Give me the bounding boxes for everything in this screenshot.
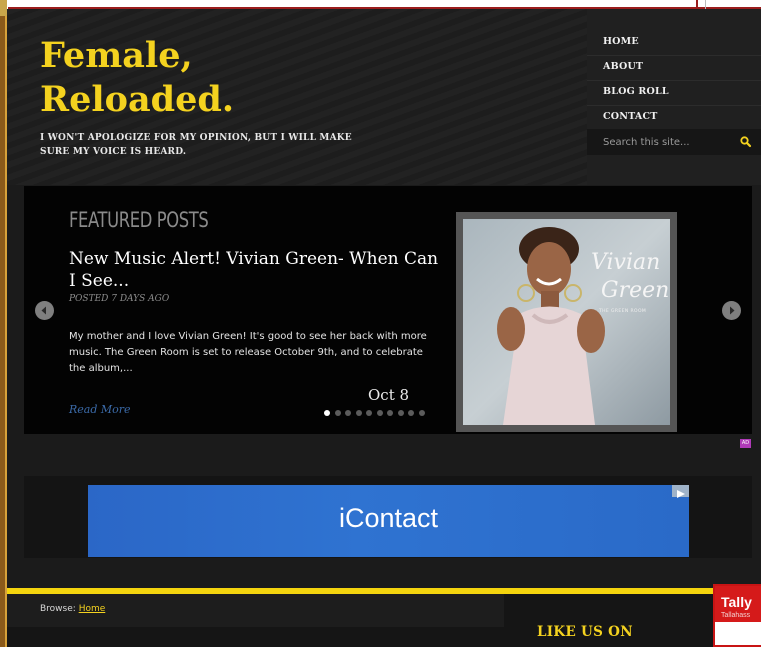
slider-prev-button[interactable] [35,301,54,320]
breadcrumb-prefix: Browse: [40,604,76,614]
site-title[interactable]: Female, Reloaded. [40,34,340,122]
featured-post-meta: POSTED 7 DAYS AGO [69,294,170,304]
site-title-line1[interactable]: Female, [40,35,193,76]
tally-widget-title[interactable]: Tally [721,594,752,610]
tally-widget-header: Tally Tallahass [715,586,761,622]
featured-post-excerpt: My mother and I love Vivian Green! It's … [69,331,427,374]
chevron-right-icon [730,306,735,315]
slider-dot[interactable] [345,410,351,416]
album-artist-name: Vivian Green [591,250,670,303]
slider-dot[interactable] [355,410,362,416]
search-icon[interactable] [738,134,754,150]
site-tagline: I WON'T APOLOGIZE FOR MY OPINION, BUT I … [40,133,352,157]
nav-item-about[interactable]: ABOUT [603,61,643,72]
slider-next-button[interactable] [722,301,741,320]
slider-dot[interactable] [376,410,383,416]
tally-widget-subtitle: Tallahass [721,612,751,619]
read-more-link[interactable]: Read More [69,403,131,416]
slider-dot[interactable] [387,410,393,416]
featured-post-date: Oct 8 [368,386,410,404]
nav-separator [587,55,761,56]
slider-dot[interactable] [408,410,414,416]
featured-image-frame[interactable]: Vivian Green THE GREEN ROOM [456,212,677,432]
album-title: THE GREEN ROOM [599,309,647,314]
corner-mark [0,0,7,16]
featured-image[interactable]: Vivian Green THE GREEN ROOM [463,219,670,425]
like-us-heading: LIKE US ON [537,624,633,640]
breadcrumb: Browse: Home [40,604,105,614]
nav-item-blog-roll[interactable]: BLOG ROLL [603,86,669,97]
top-red-divider [696,0,698,9]
featured-post-title[interactable]: New Music Alert! Vivian Green- When Can … [69,248,439,292]
ad-badge[interactable]: AD [740,439,751,448]
tally-widget[interactable]: Tally Tallahass [713,584,761,647]
ad-choices-icon[interactable] [672,485,689,498]
main-nav: HOME ABOUT BLOG ROLL CONTACT [587,9,761,185]
slider-dot[interactable] [366,410,372,416]
slider-dot[interactable] [418,410,425,416]
chevron-left-icon [41,306,46,315]
slider-dot[interactable] [324,410,330,416]
nav-item-home[interactable]: HOME [603,36,639,47]
featured-heading: FEATURED POSTS [69,208,209,232]
ad-brand-text[interactable]: iContact [88,503,689,534]
banner-ad[interactable]: iContact [88,485,689,557]
breadcrumb-home-link[interactable]: Home [79,604,106,614]
top-grey-divider [705,0,706,9]
nav-separator [587,80,761,81]
search-input[interactable] [603,135,723,149]
site-title-line2[interactable]: Reloaded. [40,79,234,120]
search-box [587,129,761,155]
nav-separator [587,105,761,106]
nav-item-contact[interactable]: CONTACT [603,111,657,122]
slider-dot[interactable] [334,410,341,416]
slider-dot[interactable] [397,410,404,416]
top-edge [0,0,761,9]
